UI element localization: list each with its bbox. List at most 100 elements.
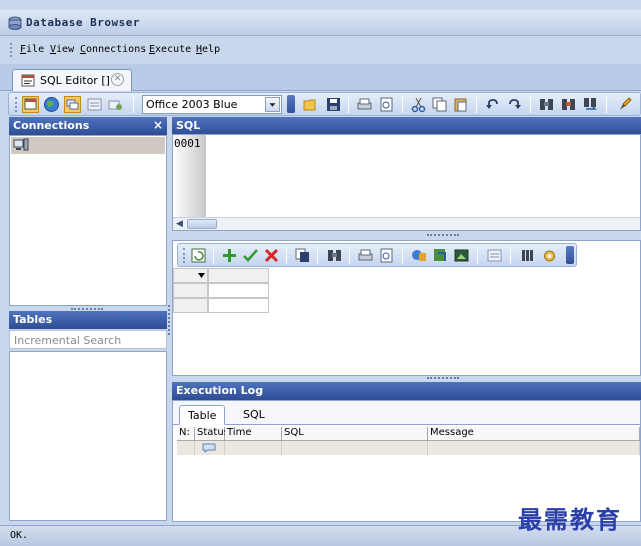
connections-title: Connections (13, 119, 90, 132)
form-view-icon[interactable] (86, 96, 103, 113)
execution-log-title: Execution Log (176, 384, 264, 397)
new-sql-editor-icon[interactable] (22, 96, 39, 113)
tab-close-icon[interactable]: ✕ (111, 73, 124, 86)
toolbar-separator (606, 96, 607, 113)
grid-row-header[interactable] (173, 283, 208, 298)
print-preview-icon[interactable] (378, 96, 395, 113)
save-icon[interactable] (325, 96, 342, 113)
toolbar-separator (402, 247, 403, 264)
connections-tree[interactable] (9, 135, 167, 306)
undo-icon[interactable] (484, 96, 501, 113)
toolbar-overflow-icon[interactable] (566, 246, 574, 264)
line-number-gutter: 0001 (173, 135, 206, 217)
vertical-splitter-grip[interactable] (168, 305, 171, 335)
theme-select-value: Office 2003 Blue (146, 98, 238, 111)
find-icon[interactable] (326, 247, 343, 264)
chat-window-icon[interactable] (64, 96, 81, 113)
tab-sql-editor-label: SQL Editor [] (40, 74, 110, 87)
open-folder-icon[interactable] (303, 96, 320, 113)
title-bar: Database Browser (0, 10, 641, 36)
connection-computer-icon (13, 138, 29, 151)
grid-column-header[interactable] (208, 268, 269, 283)
watermark-logo: 最需教育 (518, 505, 622, 534)
sql-splitter-grip[interactable] (427, 234, 459, 237)
redo-icon[interactable] (506, 96, 523, 113)
confirm-check-icon[interactable] (242, 247, 259, 264)
tab-sql[interactable]: SQL (235, 405, 273, 425)
dropdown-arrow-icon[interactable] (198, 273, 205, 278)
sql-editor[interactable]: 0001 ◀ (172, 134, 641, 231)
column-time[interactable]: Time (225, 427, 282, 441)
status-text: OK. (10, 530, 29, 541)
scroll-left-icon[interactable]: ◀ (174, 219, 185, 230)
speech-bubble-icon (202, 443, 216, 453)
close-icon[interactable]: × (153, 118, 163, 132)
toolbar-overflow-icon[interactable] (287, 95, 295, 113)
sql-horizontal-scrollbar[interactable]: ◀ (173, 217, 640, 230)
main-toolbar: Office 2003 Blue (8, 92, 641, 116)
clear-brush-icon[interactable] (617, 96, 634, 113)
results-splitter-grip[interactable] (427, 377, 459, 380)
print-preview-icon[interactable] (378, 247, 395, 264)
menu-file[interactable]: File (20, 44, 44, 55)
chevron-down-icon[interactable] (265, 97, 280, 112)
toolbar-grip[interactable] (15, 97, 18, 112)
web-browser-icon[interactable] (43, 96, 60, 113)
results-toolbar-grip[interactable] (183, 248, 186, 263)
image-view-icon[interactable] (453, 247, 470, 264)
refresh-icon[interactable] (190, 247, 207, 264)
connection-root-row[interactable] (11, 137, 165, 154)
grid-cell[interactable] (208, 298, 269, 313)
menu-view[interactable]: View (50, 44, 74, 55)
document-tab-strip: SQL Editor [] ✕ (0, 64, 641, 91)
print-icon[interactable] (356, 96, 373, 113)
scroll-thumb[interactable] (187, 219, 217, 229)
find-icon[interactable] (538, 96, 555, 113)
column-number[interactable]: N: (177, 427, 195, 441)
toolbar-separator (402, 96, 403, 113)
connect-icon[interactable] (107, 96, 124, 113)
results-panel (172, 240, 641, 376)
settings-gear-icon[interactable] (541, 247, 558, 264)
menu-bar: File View Connections Execute Help (0, 37, 641, 63)
delete-x-icon[interactable] (263, 247, 280, 264)
copy-rows-icon[interactable] (294, 247, 311, 264)
copy-icon[interactable] (431, 96, 448, 113)
replace-icon[interactable] (582, 96, 599, 113)
import-icon[interactable] (432, 247, 449, 264)
execution-log-tabs: Table SQL (173, 401, 640, 425)
toolbar-separator (348, 96, 349, 113)
form-view-icon[interactable] (486, 247, 503, 264)
grid-row-selector-header[interactable] (173, 268, 208, 283)
paste-icon[interactable] (452, 96, 469, 113)
print-icon[interactable] (357, 247, 374, 264)
sql-header: SQL (172, 117, 641, 135)
toolbar-separator (477, 247, 478, 264)
incremental-search-input[interactable]: Incremental Search (9, 330, 167, 349)
column-message[interactable]: Message (428, 427, 640, 441)
grid-row-header[interactable] (173, 298, 208, 313)
tab-sql-editor[interactable]: SQL Editor [] ✕ (12, 69, 132, 91)
tables-list[interactable] (9, 351, 167, 521)
theme-select[interactable]: Office 2003 Blue (142, 95, 282, 114)
column-status[interactable]: Status (195, 427, 229, 441)
columns-icon[interactable] (519, 247, 536, 264)
menu-execute[interactable]: Execute (149, 44, 191, 55)
database-app-icon (8, 16, 22, 30)
column-sql[interactable]: SQL (282, 427, 428, 441)
menu-grip[interactable] (10, 43, 13, 57)
log-cell-number (177, 441, 195, 455)
tables-title: Tables (13, 313, 53, 326)
add-row-icon[interactable] (221, 247, 238, 264)
toolbar-separator (349, 247, 350, 264)
toolbar-separator (476, 96, 477, 113)
grid-cell[interactable] (208, 283, 269, 298)
menu-help[interactable]: Help (196, 44, 220, 55)
tables-header: Tables (9, 311, 167, 329)
cut-icon[interactable] (410, 96, 427, 113)
export-icon[interactable] (411, 247, 428, 264)
log-cell-message (428, 441, 640, 455)
find-next-icon[interactable] (560, 96, 577, 113)
menu-connections[interactable]: Connections (80, 44, 146, 55)
tab-table[interactable]: Table (179, 405, 226, 425)
